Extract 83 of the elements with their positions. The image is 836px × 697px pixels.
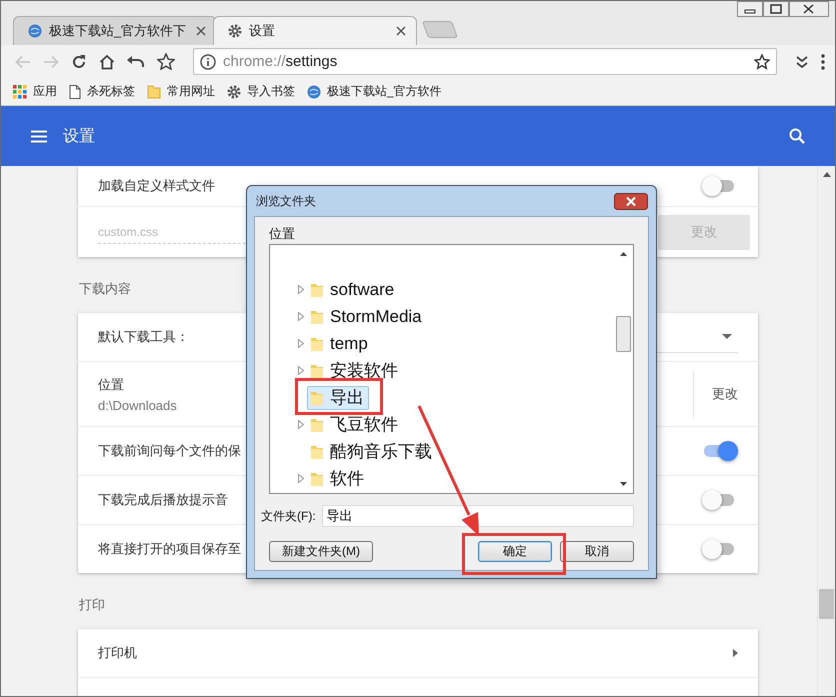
setting-label: 默认下载工具： <box>98 328 189 346</box>
scroll-thumb[interactable] <box>616 316 631 352</box>
tree-item[interactable]: 飞豆软件 <box>307 412 403 436</box>
menu-dots-icon[interactable] <box>821 54 825 70</box>
dialog-button[interactable]: 新建文件夹(M) <box>269 541 373 562</box>
tree-item[interactable]: software <box>307 278 400 302</box>
close-icon[interactable] <box>614 192 648 210</box>
setting-label: 将直接打开的项目保存至 <box>98 540 241 558</box>
folder-icon <box>310 416 324 432</box>
undo-icon[interactable] <box>127 56 145 68</box>
star-icon[interactable] <box>754 54 770 70</box>
url-text: chrome://settings <box>223 53 338 70</box>
expand-arrow-icon[interactable] <box>298 285 304 294</box>
home-icon[interactable] <box>99 54 115 70</box>
folder-icon <box>310 336 324 352</box>
folder-icon <box>310 444 324 460</box>
section-title: 下载内容 <box>79 280 131 298</box>
settings-icon <box>227 84 241 98</box>
dialog-button[interactable]: 取消 <box>560 541 634 562</box>
star-icon[interactable] <box>157 53 175 70</box>
folder-icon <box>310 308 324 324</box>
folder-icon <box>310 282 324 298</box>
expand-arrow-icon[interactable] <box>298 339 304 348</box>
tab-title: 极速下载站_官方软件下 <box>49 22 188 40</box>
setting-label: 加载自定义样式文件 <box>98 177 215 195</box>
expand-arrow-icon[interactable] <box>298 420 304 429</box>
setting-label: 下载完成后播放提示音 <box>98 491 228 509</box>
tree-item[interactable]: 安装软件 <box>307 358 403 382</box>
setting-label: 打印机 <box>98 644 137 662</box>
page-icon <box>69 84 81 98</box>
scroll-down-icon[interactable] <box>620 482 627 486</box>
folder-icon <box>310 390 324 406</box>
tree-item[interactable]: 导出 <box>307 386 369 410</box>
settings-icon <box>228 24 242 38</box>
expand-arrow-icon[interactable] <box>298 312 304 321</box>
tab-title: 设置 <box>249 22 276 40</box>
maximize-icon[interactable] <box>763 1 789 17</box>
globe-icon <box>28 24 42 38</box>
apps-grid-icon <box>13 84 27 98</box>
close-icon[interactable] <box>789 1 829 17</box>
menu-icon[interactable] <box>31 130 47 142</box>
browser-tab[interactable]: 极速下载站_官方软件下 <box>13 16 217 45</box>
info-icon <box>200 54 216 70</box>
close-icon[interactable] <box>196 26 206 36</box>
bookmark-item[interactable]: 杀死标签 <box>69 83 135 100</box>
scroll-up-icon[interactable] <box>822 172 830 177</box>
bookmark-item[interactable]: 应用 <box>13 83 57 100</box>
expand-arrow-icon[interactable] <box>298 366 304 375</box>
page-title: 设置 <box>63 126 95 146</box>
browser-tab[interactable]: 设置 <box>213 16 417 45</box>
close-icon[interactable] <box>396 26 406 36</box>
folder-icon <box>310 362 324 378</box>
field-label: 文件夹(F): <box>261 508 316 524</box>
folder-icon <box>147 84 161 98</box>
scroll-thumb[interactable] <box>819 589 834 619</box>
dialog-title: 浏览文件夹 <box>256 192 316 210</box>
bookmark-item[interactable]: 极速下载站_官方软件 <box>307 83 442 100</box>
tree-item[interactable]: StormMedia <box>307 304 427 328</box>
bookmark-item[interactable]: 导入书签 <box>227 83 295 100</box>
tree-item[interactable]: 软件 <box>307 466 369 490</box>
globe-icon <box>307 84 321 98</box>
double-chevron-icon[interactable] <box>795 54 809 68</box>
scroll-up-icon[interactable] <box>620 252 627 256</box>
setting-label: 位置 <box>98 376 124 394</box>
dialog-button[interactable]: 确定 <box>478 541 552 562</box>
setting-label: 下载前询问每个文件的保 <box>98 442 241 460</box>
search-icon[interactable] <box>789 128 805 144</box>
path-value: d:\Downloads <box>98 398 177 412</box>
tree-item[interactable]: temp <box>307 332 373 356</box>
expand-arrow-icon[interactable] <box>298 474 304 483</box>
tree-item[interactable]: 酷狗音乐下载 <box>307 440 437 464</box>
folder-name-field[interactable]: 导出 <box>322 505 634 527</box>
folder-icon <box>310 470 324 486</box>
location-label: 位置 <box>269 225 296 243</box>
reload-icon[interactable] <box>71 54 87 70</box>
change-button[interactable]: 更改 <box>712 381 738 407</box>
dropdown-caret-icon <box>722 334 732 339</box>
minimize-icon[interactable] <box>737 1 763 17</box>
section-title: 打印 <box>79 596 105 614</box>
scrollbar[interactable] <box>817 166 835 696</box>
address-bar[interactable]: chrome://settings <box>193 48 777 75</box>
chevron-right-icon[interactable] <box>733 649 738 657</box>
bookmark-item[interactable]: 常用网址 <box>147 83 215 100</box>
